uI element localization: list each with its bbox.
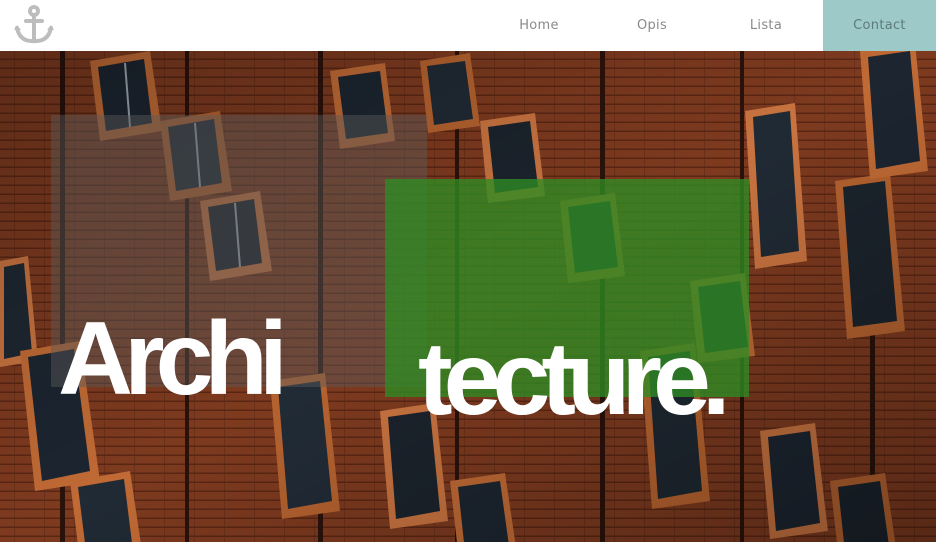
top-navbar: Home Opis Lista Contact (0, 0, 936, 51)
nav-opis[interactable]: Opis (607, 0, 697, 51)
hero-title-part1: Archi (58, 301, 288, 417)
nav-home[interactable]: Home (494, 0, 584, 51)
hero-title-part2: tecture. (418, 321, 731, 437)
nav-lista[interactable]: Lista (721, 0, 811, 51)
nav-contact[interactable]: Contact (823, 0, 936, 51)
hero-section: Archi tecture. (0, 51, 936, 542)
anchor-icon[interactable] (12, 4, 56, 46)
